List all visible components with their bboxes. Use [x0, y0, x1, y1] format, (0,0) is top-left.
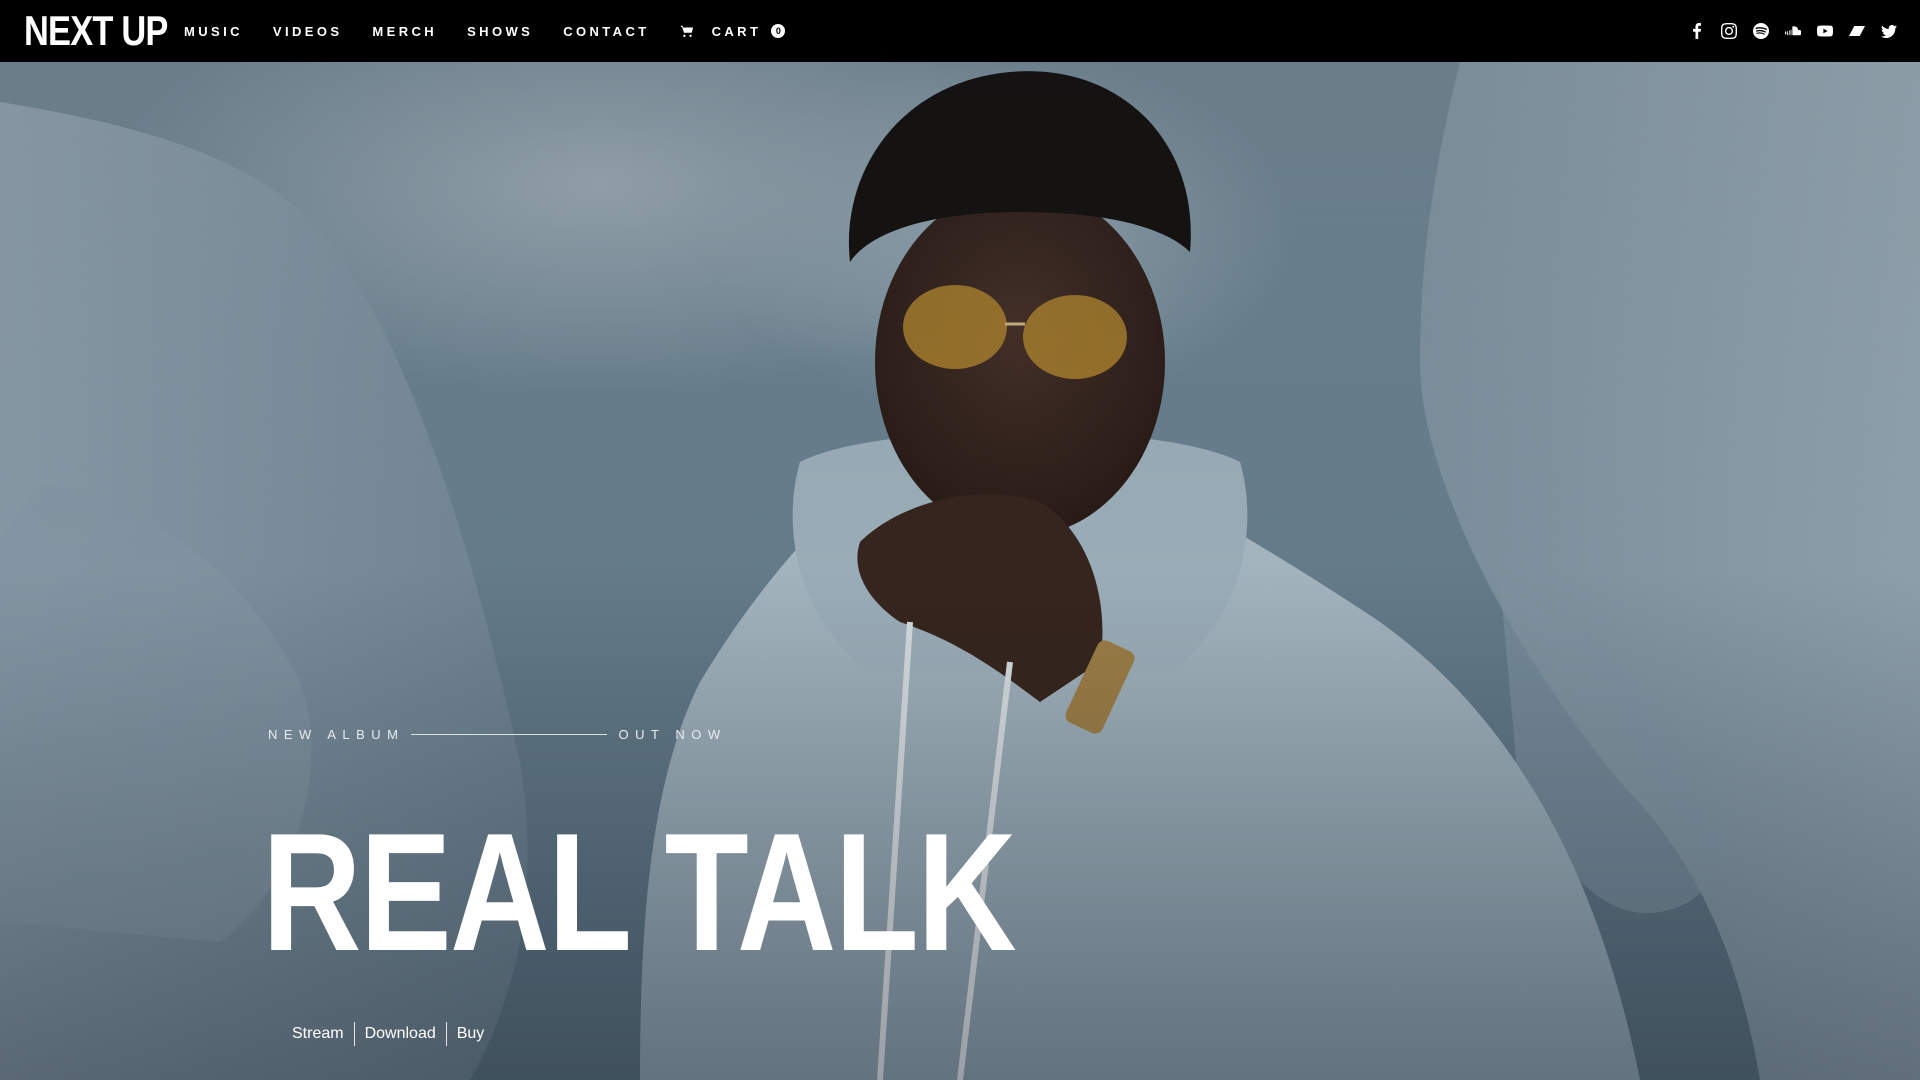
cart-icon	[680, 24, 694, 38]
nav-link-music[interactable]: MUSIC	[184, 24, 243, 39]
nav-link-merch[interactable]: MERCH	[372, 24, 437, 39]
spotify-icon[interactable]	[1752, 22, 1770, 40]
hero-section: NEW ALBUM OUT NOW REAL TALK Stream Downl…	[0, 62, 1920, 1080]
instagram-icon[interactable]	[1720, 22, 1738, 40]
stream-link[interactable]: Stream	[282, 1022, 354, 1046]
nav-link-videos[interactable]: VIDEOS	[273, 24, 343, 39]
facebook-icon[interactable]	[1688, 22, 1706, 40]
album-actions: Stream Download Buy	[282, 1022, 494, 1046]
youtube-icon[interactable]	[1816, 22, 1834, 40]
social-links	[1674, 0, 1898, 62]
cart-count-badge: 0	[771, 24, 786, 38]
cart-label: CART	[711, 23, 762, 39]
eyebrow-out-now: OUT NOW	[618, 727, 727, 742]
eyebrow-divider-line	[410, 734, 607, 735]
album-title: REAL TALK	[262, 798, 1017, 986]
cart-link[interactable]: CART 0	[680, 24, 786, 39]
top-navbar: NEXT UP MUSIC VIDEOS MERCH SHOWS CONTACT…	[0, 0, 1920, 62]
buy-link[interactable]: Buy	[447, 1022, 495, 1046]
eyebrow-new-album: NEW ALBUM	[268, 727, 405, 742]
download-link[interactable]: Download	[355, 1022, 446, 1046]
site-logo[interactable]: NEXT UP	[24, 9, 168, 53]
soundcloud-icon[interactable]	[1784, 22, 1802, 40]
nav-link-shows[interactable]: SHOWS	[467, 24, 533, 39]
bandcamp-icon[interactable]	[1848, 22, 1866, 40]
album-eyebrow: NEW ALBUM OUT NOW	[268, 727, 727, 742]
twitter-icon[interactable]	[1880, 22, 1898, 40]
nav-link-contact[interactable]: CONTACT	[563, 24, 649, 39]
main-nav: MUSIC VIDEOS MERCH SHOWS CONTACT CART 0	[184, 0, 786, 62]
